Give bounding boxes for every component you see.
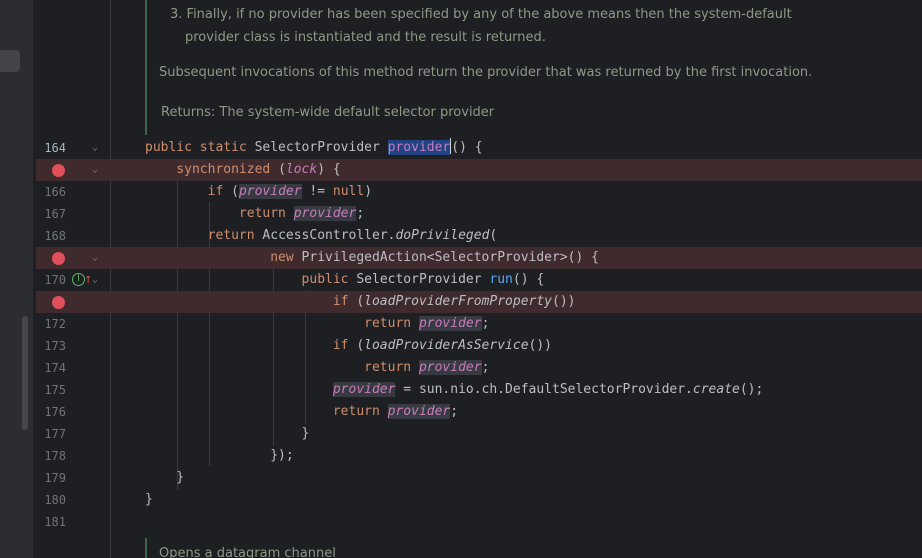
code-text: } (145, 426, 310, 441)
code-text: public SelectorProvider run() { (301, 272, 545, 287)
code-line[interactable]: 181 (36, 511, 922, 533)
code-text: public static SelectorProvider provider(… (145, 138, 483, 155)
line-number: 180 (44, 493, 66, 507)
code-text: if (provider != null) (207, 184, 373, 199)
doc-item-3-line-1: 3. Finally, if no provider has been spec… (170, 7, 792, 22)
code-text: return provider; (364, 360, 490, 375)
line-number: 164 (44, 141, 66, 155)
scrollbar-thumb[interactable] (22, 316, 28, 430)
code-line[interactable]: ⌄ new PrivilegedAction<SelectorProvider>… (36, 247, 922, 269)
line-number: 177 (44, 427, 66, 441)
line-number: 174 (44, 361, 66, 375)
line-number: 170 (44, 273, 66, 287)
code-line[interactable]: 174 return provider; (36, 357, 922, 379)
tool-window-tab[interactable] (0, 50, 20, 72)
code-text: new PrivilegedAction<SelectorProvider>()… (270, 250, 599, 265)
line-number: 179 (44, 471, 66, 485)
code-text: if (loadProviderFromProperty()) (332, 294, 576, 309)
code-line[interactable]: 178 }); (36, 445, 922, 467)
fold-chevron-icon[interactable]: ⌄ (92, 159, 98, 181)
breakpoint-icon[interactable] (52, 252, 65, 265)
code-line[interactable]: 168 return AccessController.doPrivileged… (36, 225, 922, 247)
code-line[interactable]: 175 provider = sun.nio.ch.DefaultSelecto… (36, 379, 922, 401)
doc-text: Opens a datagram channel (159, 546, 336, 558)
code-line[interactable]: 172 return provider; (36, 313, 922, 335)
code-line[interactable]: 180 } (36, 489, 922, 511)
code-line[interactable]: 179 } (36, 467, 922, 489)
line-number: 167 (44, 207, 66, 221)
code-text: synchronized (lock) { (176, 162, 341, 177)
line-number: 175 (44, 383, 66, 397)
rendered-javadoc-next: Opens a datagram channel (145, 538, 922, 558)
doc-returns-text: Returns: The system-wide default selecto… (161, 105, 495, 120)
line-number: 178 (44, 449, 66, 463)
line-number: 181 (44, 515, 66, 529)
line-number: 166 (44, 185, 66, 199)
code-text: return provider; (238, 206, 365, 221)
rendered-javadoc: 3. Finally, if no provider has been spec… (145, 0, 922, 135)
code-text: } (145, 470, 185, 485)
code-text: return provider; (332, 404, 459, 419)
doc-subsequent-text: Subsequent invocations of this method re… (159, 65, 813, 80)
doc-left-bar (145, 538, 147, 558)
fold-chevron-icon[interactable]: ⌄ (92, 137, 98, 159)
code-line[interactable]: 166 if (provider != null) (36, 181, 922, 203)
code-line[interactable]: if (loadProviderFromProperty()) (36, 291, 922, 313)
code-line[interactable]: 177 } (36, 423, 922, 445)
code-line[interactable]: 173 if (loadProviderAsService()) (36, 335, 922, 357)
doc-item-3-line-2: provider class is instantiated and the r… (185, 30, 546, 45)
code-text: }); (145, 448, 294, 463)
code-line[interactable]: 167 return provider; (36, 203, 922, 225)
doc-left-bar (145, 0, 147, 135)
line-number: 168 (44, 229, 66, 243)
code-line[interactable]: 176 return provider; (36, 401, 922, 423)
code-text: return provider; (364, 316, 490, 331)
code-line[interactable]: 164 ⌄ public static SelectorProvider pro… (36, 137, 922, 159)
fold-chevron-icon[interactable]: ⌄ (92, 247, 98, 269)
breakpoint-icon[interactable] (52, 164, 65, 177)
code-text: } (145, 492, 153, 507)
code-text: provider = sun.nio.ch.DefaultSelectorPro… (332, 382, 764, 397)
fold-chevron-icon[interactable]: ⌄ (92, 269, 98, 291)
line-number: 173 (44, 339, 66, 353)
line-number: 176 (44, 405, 66, 419)
breakpoint-icon[interactable] (52, 296, 65, 309)
line-number: 172 (44, 317, 66, 331)
code-line[interactable]: ⌄ synchronized (lock) { (36, 159, 922, 181)
code-text: return AccessController.doPrivileged( (207, 228, 498, 243)
code-text: if (loadProviderAsService()) (332, 338, 553, 353)
tool-window-strip (0, 0, 34, 558)
code-line[interactable]: 170 I ↑ ⌄ public SelectorProvider run() … (36, 269, 922, 291)
